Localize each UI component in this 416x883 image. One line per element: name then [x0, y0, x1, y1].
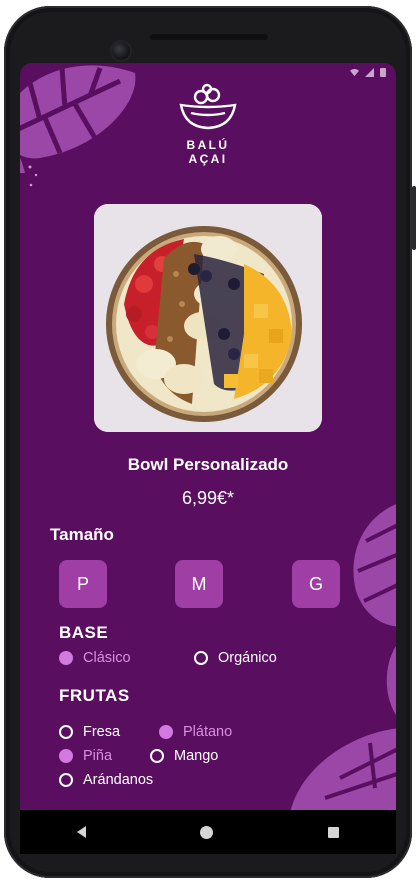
size-button-g[interactable]: G [292, 560, 340, 608]
monstera-leaf-top-left-icon [20, 65, 136, 173]
sparkle-dots-icon [28, 165, 38, 187]
fruit-option-platano[interactable]: Plátano [159, 724, 232, 740]
back-triangle-icon[interactable] [77, 826, 87, 838]
system-nav-bar [20, 810, 396, 854]
monstera-leaf-bottom-right-icon [290, 728, 396, 810]
fruit-option-pina[interactable]: Piña [59, 748, 112, 764]
option-label: Clásico [83, 650, 131, 666]
fruit-option-fresa[interactable]: Fresa [59, 724, 120, 740]
fruits-section-title: FRUTAS [59, 686, 130, 705]
acai-bowl-photo [94, 204, 322, 432]
product-image [94, 204, 322, 432]
option-label: Arándanos [83, 772, 154, 788]
option-label: Mango [174, 748, 219, 764]
option-label: Orgánico [218, 650, 277, 666]
size-button-m[interactable]: M [175, 560, 223, 608]
base-option-organico[interactable]: Orgánico [194, 650, 277, 666]
size-label: Tamaño [50, 525, 114, 544]
home-circle-icon[interactable] [200, 825, 214, 839]
side-button [412, 186, 416, 250]
radio-unselected-icon [59, 725, 73, 739]
product-price: 6,99€* [181, 488, 235, 508]
product-name: Bowl Personalizado [127, 455, 289, 474]
option-label: Fresa [83, 724, 121, 740]
battery-icon [380, 68, 386, 77]
fruit-option-mango[interactable]: Mango [150, 748, 218, 764]
fruit-option-arandanos[interactable]: Arándanos [59, 772, 153, 788]
size-button-p[interactable]: P [59, 560, 107, 608]
radio-selected-icon [59, 749, 73, 763]
radio-unselected-icon [194, 651, 208, 665]
earpiece-speaker [150, 34, 268, 40]
brand-name: BALÚ AÇAI [186, 138, 230, 166]
app-screen: BALÚ AÇAI Bowl Personalizado 6,99€* Tama… [20, 63, 396, 810]
front-camera [112, 42, 130, 60]
radio-unselected-icon [150, 749, 164, 763]
radio-unselected-icon [59, 773, 73, 787]
option-label: Piña [83, 748, 113, 764]
recents-square-icon[interactable] [327, 826, 339, 838]
brand-logo: BALÚ AÇAI [168, 83, 248, 166]
status-bar [350, 67, 386, 77]
base-option-clasico[interactable]: Clásico [59, 650, 131, 666]
monstera-leaf-right-mid-icon [386, 646, 396, 715]
radio-selected-icon [159, 725, 173, 739]
wifi-icon [350, 68, 359, 76]
signal-icon [365, 67, 374, 77]
option-label: Plátano [183, 724, 233, 740]
radio-selected-icon [59, 651, 73, 665]
monstera-leaf-right-upper-icon [353, 504, 396, 627]
base-section-title: BASE [59, 623, 109, 642]
acai-bowl-icon [179, 83, 237, 130]
